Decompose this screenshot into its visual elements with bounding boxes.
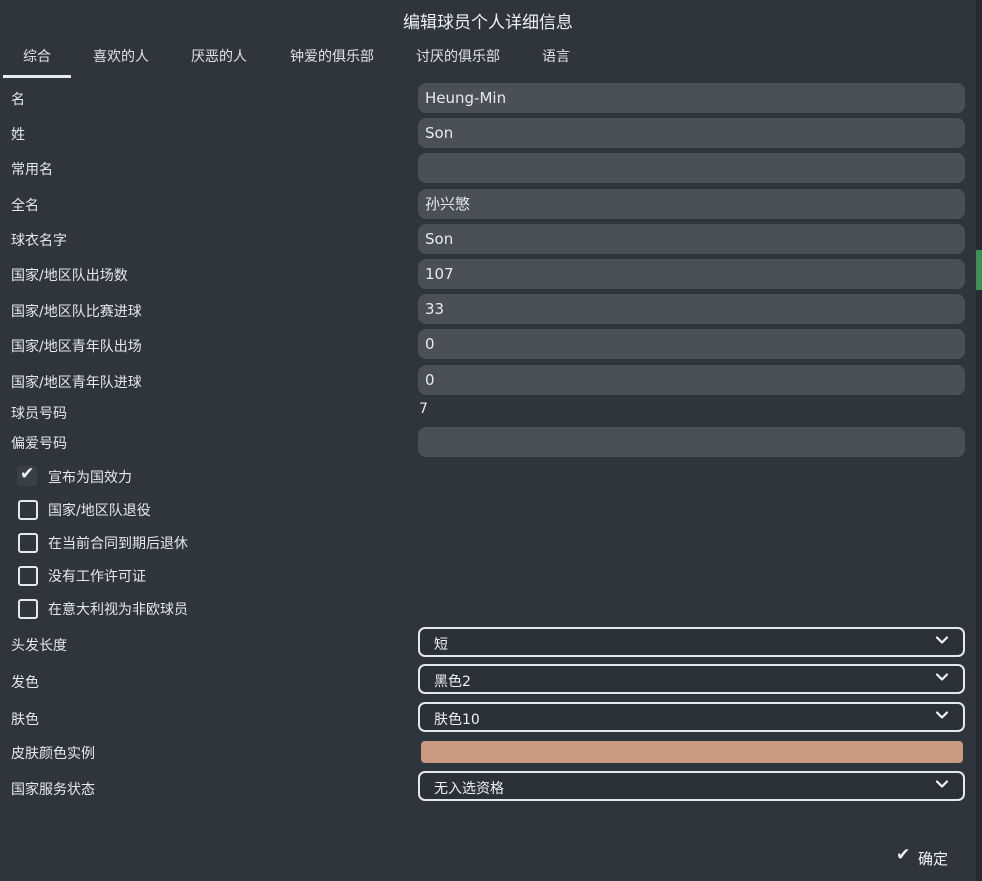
row-last-name: 姓 Son [0,117,966,149]
hair-length-value: 短 [434,637,448,653]
hair-length-select[interactable]: 短 [418,627,965,657]
intl-apps-label: 国家/地区队出场数 [11,268,128,284]
row-national-service: 国家服务状态 无入选资格 [0,771,966,803]
skin-tone-label: 肤色 [11,712,39,728]
row-shirt-name: 球衣名字 Son [0,223,966,255]
row-common-name: 常用名 [0,152,966,184]
hair-length-label: 头发长度 [11,638,67,654]
row-first-name: 名 Heung-Min [0,82,966,114]
checkbox-retired-intl[interactable]: 国家/地区队退役 [0,494,966,525]
checkbox-no-work-permit[interactable]: 没有工作许可证 [0,560,966,591]
preferred-number-label: 偏爱号码 [11,436,67,452]
tab-favoured-people[interactable]: 喜欢的人 [86,44,156,78]
row-skin-tone: 肤色 肤色10 [0,701,966,733]
intl-apps-input[interactable]: 107 [418,259,965,289]
youth-apps-input[interactable]: 0 [418,329,965,359]
chevron-down-icon [935,636,949,644]
tab-languages[interactable]: 语言 [534,44,578,78]
ok-button[interactable]: ✔ 确定 [880,840,972,874]
chevron-down-icon [935,780,949,788]
tab-disliked-people[interactable]: 厌恶的人 [183,44,255,78]
shirt-name-input[interactable]: Son [418,224,965,254]
row-hair-length: 头发长度 短 [0,627,966,659]
checkbox-unchecked-icon[interactable] [18,599,38,619]
checkbox-retire-after-contract[interactable]: 在当前合同到期后退休 [0,527,966,558]
row-preferred-number: 偏爱号码 [0,426,966,458]
tab-favoured-clubs[interactable]: 钟爱的俱乐部 [282,44,382,78]
row-intl-goals: 国家/地区队比赛进球 33 [0,294,966,326]
skin-tone-select[interactable]: 肤色10 [418,702,965,732]
checkbox-non-eu-italy[interactable]: 在意大利视为非欧球员 [0,593,966,624]
tab-bar: 综合 喜欢的人 厌恶的人 钟爱的俱乐部 讨厌的俱乐部 语言 [0,44,976,78]
checkbox-label: 宣布为国效力 [48,470,132,486]
last-name-label: 姓 [11,127,25,143]
checkbox-unchecked-icon[interactable] [18,566,38,586]
edit-player-dialog: 编辑球员个人详细信息 综合 喜欢的人 厌恶的人 钟爱的俱乐部 讨厌的俱乐部 语言… [0,0,977,881]
row-youth-goals: 国家/地区青年队进球 0 [0,364,966,396]
preferred-number-input[interactable] [418,427,965,457]
squad-number-value: 7 [419,401,428,417]
check-icon: ✔ [896,845,911,865]
checkbox-unchecked-icon[interactable] [18,533,38,553]
tab-general[interactable]: 综合 [3,44,71,78]
squad-number-label: 球员号码 [11,406,67,422]
row-youth-apps: 国家/地区青年队出场 0 [0,329,966,361]
checkbox-checked-icon[interactable]: ✔ [17,464,37,486]
first-name-label: 名 [11,92,25,108]
row-skin-sample: 皮肤颜色实例 [0,738,966,766]
common-name-label: 常用名 [11,162,53,178]
ok-button-label: 确定 [918,850,949,868]
chevron-down-icon [935,673,949,681]
first-name-input[interactable]: Heung-Min [418,83,965,113]
youth-goals-label: 国家/地区青年队进球 [11,375,142,391]
checkbox-label: 国家/地区队退役 [48,503,151,519]
chevron-down-icon [935,711,949,719]
hair-color-label: 发色 [11,675,39,691]
skin-tone-value: 肤色10 [434,712,480,728]
shirt-name-label: 球衣名字 [11,233,67,249]
dialog-title: 编辑球员个人详细信息 [403,13,573,33]
full-name-label: 全名 [11,198,39,214]
row-squad-number: 球员号码 7 [0,400,966,424]
scrollbar-thumb[interactable] [976,250,982,290]
hair-color-select[interactable]: 黑色2 [418,664,965,694]
national-service-select[interactable]: 无入选资格 [418,771,965,801]
tab-disliked-clubs[interactable]: 讨厌的俱乐部 [408,44,508,78]
national-service-label: 国家服务状态 [11,782,95,798]
national-service-value: 无入选资格 [434,781,504,797]
skin-color-swatch [421,741,963,763]
row-hair-color: 发色 黑色2 [0,664,966,696]
row-intl-apps: 国家/地区队出场数 107 [0,258,966,290]
intl-goals-input[interactable]: 33 [418,294,965,324]
last-name-input[interactable]: Son [418,118,965,148]
skin-sample-label: 皮肤颜色实例 [11,746,95,762]
checkbox-label: 没有工作许可证 [48,569,146,585]
checkbox-declared-for-nation[interactable]: ✔ 宣布为国效力 [0,461,966,492]
checkbox-label: 在当前合同到期后退休 [48,536,188,552]
checkbox-unchecked-icon[interactable] [18,500,38,520]
common-name-input[interactable] [418,153,965,183]
intl-goals-label: 国家/地区队比赛进球 [11,304,142,320]
checkbox-label: 在意大利视为非欧球员 [48,602,188,618]
full-name-input[interactable]: 孙兴慜 [418,189,965,219]
hair-color-value: 黑色2 [434,674,471,690]
youth-goals-input[interactable]: 0 [418,365,965,395]
scrollbar-track[interactable] [976,0,982,881]
youth-apps-label: 国家/地区青年队出场 [11,339,142,355]
row-full-name: 全名 孙兴慜 [0,188,966,220]
